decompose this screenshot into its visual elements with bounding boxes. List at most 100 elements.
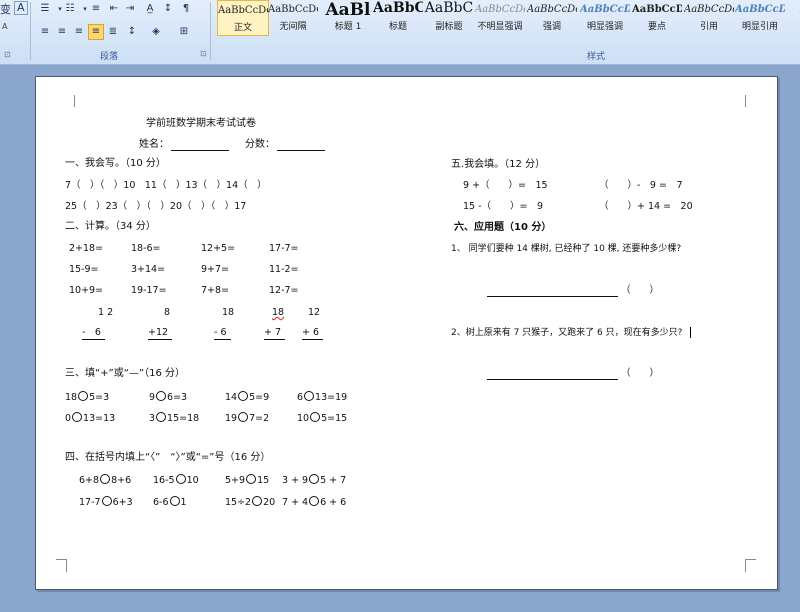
show-marks-icon[interactable]: ¶ xyxy=(178,1,194,17)
sort-icon[interactable]: ↕ xyxy=(160,1,176,17)
calc-item: 17-7= xyxy=(269,243,299,254)
s5-r2b: （ ）+ 14 = 20 xyxy=(599,201,693,212)
style-item[interactable]: AaBbCcDc 强调 xyxy=(527,0,577,34)
answer-circle[interactable] xyxy=(175,474,186,484)
answer-line-2[interactable] xyxy=(487,379,618,380)
answer-paren-2: （ ） xyxy=(621,368,660,379)
numbering-icon[interactable]: ☷ xyxy=(62,1,78,17)
style-item[interactable]: AaBbCcDc 明显强调 xyxy=(580,0,630,34)
expr-right: 15=18 xyxy=(167,413,200,424)
style-preview: AaBl xyxy=(325,0,371,20)
align-center-icon[interactable]: ≡ xyxy=(54,24,70,40)
answer-circle[interactable] xyxy=(246,474,257,484)
shading-icon[interactable]: ◈ xyxy=(148,24,164,40)
answer-circle[interactable] xyxy=(309,496,320,506)
answer-circle[interactable] xyxy=(238,412,249,422)
answer-circle[interactable] xyxy=(72,412,83,422)
vertical-top: 8 xyxy=(164,307,171,318)
style-item[interactable]: AaBl 标题 1 xyxy=(323,0,373,34)
expr-left: 15÷2 xyxy=(225,497,252,508)
align-right-icon[interactable]: ≡ xyxy=(71,24,87,40)
style-item[interactable]: AaBbC 副标题 xyxy=(424,0,474,34)
answer-circle[interactable] xyxy=(156,412,167,422)
decrease-indent-icon[interactable]: ⇤ xyxy=(106,1,122,17)
s1-row-2: 25（ ）23（ ）（ ）20（ ）（ ）17 xyxy=(65,201,247,212)
style-item[interactable]: AaBbC 标题 xyxy=(373,0,423,34)
expr-right: 13=19 xyxy=(315,392,348,403)
answer-circle[interactable] xyxy=(100,474,111,484)
style-preview: AaBbCcDc xyxy=(268,4,318,15)
style-name: 要点 xyxy=(647,22,666,32)
ribbon: 变 A A ⊡ ☰ ▾ ☷ ▾ ≡ ⇤ ⇥ A̲ ↕ ¶ ≡ ≡ ≡ ≡ ≣ ↕… xyxy=(0,0,800,65)
answer-circle[interactable] xyxy=(252,496,263,506)
expr-left: 16-5 xyxy=(153,475,175,486)
circle-expression: 6 13=19 xyxy=(297,391,347,404)
style-preview: AaBbCcDc xyxy=(527,4,577,15)
answer-circle[interactable] xyxy=(169,496,180,506)
expr-left: 10 xyxy=(297,413,310,424)
document-page[interactable]: 学前班数学期末考试试卷 姓名： 分数： 一、我会写。（10 分） 7（ ）（ ）… xyxy=(35,76,778,590)
justify-icon[interactable]: ≡ xyxy=(88,24,104,40)
style-item[interactable]: AaBbCcDc 引用 xyxy=(684,0,734,34)
style-item[interactable]: AaBi 不明 xyxy=(787,0,800,34)
style-preview: AaBbCcDc xyxy=(475,4,525,15)
line-spacing-icon[interactable]: ↕ xyxy=(124,24,140,40)
answer-circle[interactable] xyxy=(78,391,89,401)
expr-right: 10 xyxy=(186,475,199,486)
answer-circle[interactable] xyxy=(310,412,321,422)
style-item[interactable]: AaBbCcD 要点 xyxy=(632,0,682,34)
expr-right: 1 xyxy=(180,497,187,508)
vertical-bottom: - 6 xyxy=(82,327,105,340)
expr-left: 3 + 9 xyxy=(282,475,309,486)
answer-circle[interactable] xyxy=(309,474,320,484)
borders-icon[interactable]: ⊞ xyxy=(176,24,192,40)
expr-right: 6=3 xyxy=(167,392,188,403)
group-separator xyxy=(210,2,211,60)
multilevel-list-icon[interactable]: ≡ xyxy=(88,1,104,17)
font-dialog-launcher-icon[interactable]: ⊡ xyxy=(4,50,11,59)
circle-expression: 15÷2 20 xyxy=(225,496,275,509)
expr-left: 17-7 xyxy=(79,497,101,508)
score-field[interactable] xyxy=(277,150,325,151)
paragraph-dialog-launcher-icon[interactable]: ⊡ xyxy=(200,49,207,58)
char-border-button[interactable]: A xyxy=(14,1,28,15)
style-name: 不明 xyxy=(787,19,800,32)
style-preview: AaBbC xyxy=(424,0,474,16)
name-field[interactable] xyxy=(171,150,229,151)
highlight-icon[interactable]: A xyxy=(2,22,7,31)
distributed-icon[interactable]: ≣ xyxy=(105,24,121,40)
answer-circle[interactable] xyxy=(156,391,167,401)
crop-mark xyxy=(745,559,756,572)
circle-expression: 9 6=3 xyxy=(149,391,187,404)
vertical-bottom: +12 xyxy=(148,327,173,340)
vertical-top: 12 xyxy=(308,307,321,318)
answer-circle[interactable] xyxy=(304,391,315,401)
word-problem-1: 1、 同学们要种 14 棵树, 已经种了 10 棵, 还要种多少棵? xyxy=(451,244,682,254)
style-item[interactable]: AaBbCcDc 不明显强调 xyxy=(475,0,525,34)
style-name: 标题 1 xyxy=(334,22,362,32)
calc-item: 12+5= xyxy=(201,243,236,254)
vertical-bottom: + 7 xyxy=(264,327,286,340)
change-case-button[interactable]: 变 xyxy=(0,1,11,17)
calc-item: 12-7= xyxy=(269,285,299,296)
style-preview: AaBi xyxy=(787,4,800,15)
style-item[interactable]: AaBbCcDc 正文 xyxy=(217,0,269,36)
answer-line-1[interactable] xyxy=(487,296,618,297)
bullets-icon[interactable]: ☰ xyxy=(37,1,53,17)
style-name: 强调 xyxy=(542,22,561,32)
style-name: 明显强调 xyxy=(586,22,623,32)
align-left-icon[interactable]: ≡ xyxy=(37,24,53,40)
section-2-heading: 二、计算。（34 分） xyxy=(65,221,156,232)
expr-right: 5=15 xyxy=(321,413,348,424)
increase-indent-icon[interactable]: ⇥ xyxy=(122,1,138,17)
expr-right: 6+3 xyxy=(112,497,133,508)
s1-row-1: 7（ ）（ ）10 11（ ）13（ ）14（ ） xyxy=(65,180,267,191)
style-item[interactable]: AaBbCcDc 明显引用 xyxy=(735,0,785,34)
style-item[interactable]: AaBbCcDc 无间隔 xyxy=(268,0,318,34)
answer-circle[interactable] xyxy=(101,496,112,506)
expr-right: 5=9 xyxy=(249,392,270,403)
answer-circle[interactable] xyxy=(238,391,249,401)
calc-item: 15-9= xyxy=(69,264,99,275)
expr-right: 7=2 xyxy=(249,413,270,424)
asian-layout-icon[interactable]: A̲ xyxy=(142,1,158,17)
